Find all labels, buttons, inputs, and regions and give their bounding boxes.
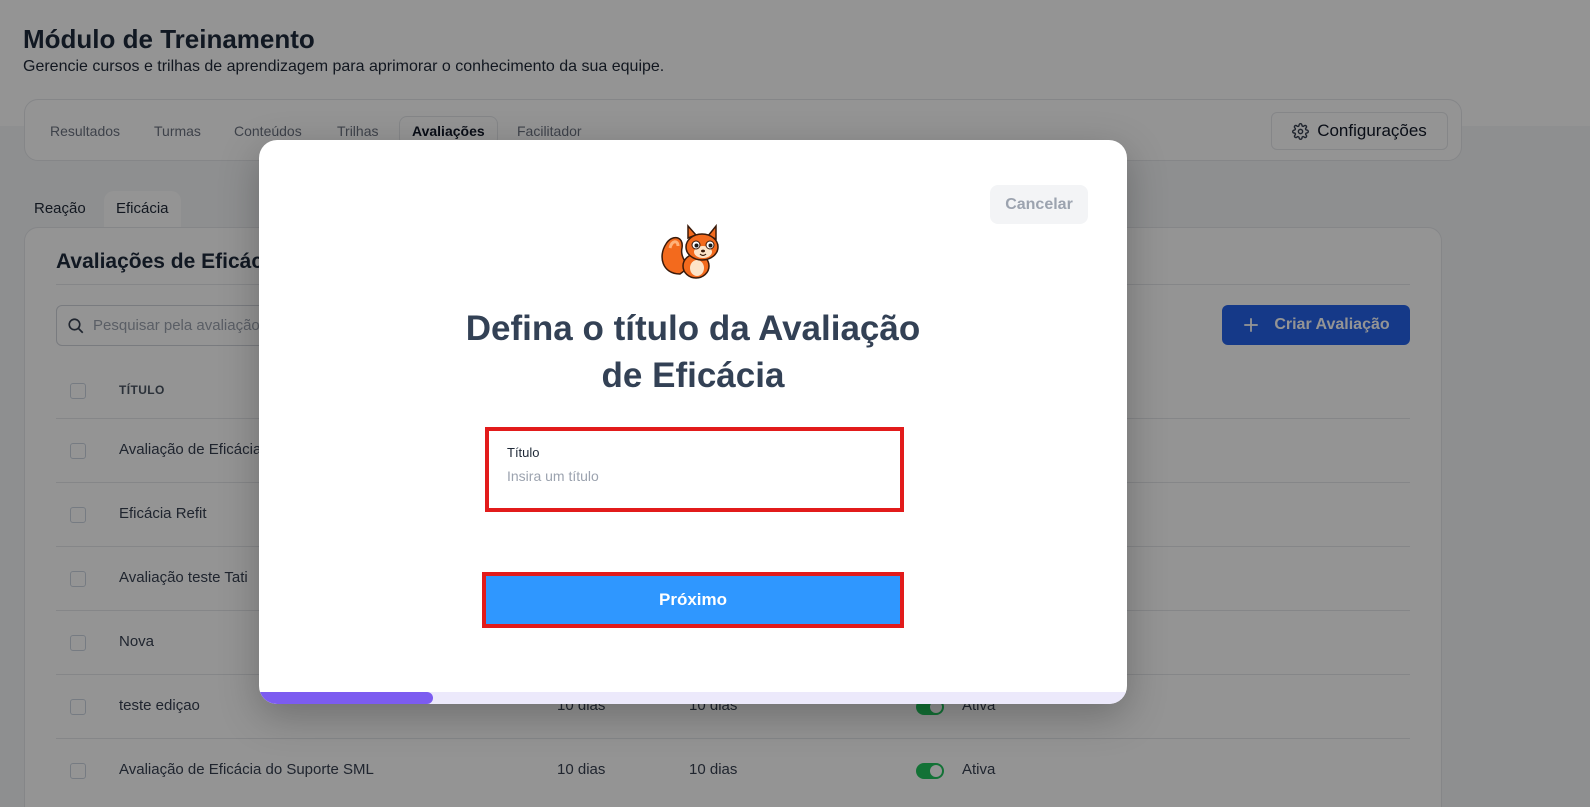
title-field-label: Título <box>507 445 540 460</box>
next-button[interactable]: Próximo <box>482 572 904 628</box>
modal-title-line1: Defina o título da Avaliação <box>465 309 921 348</box>
create-evaluation-modal: Cancelar Defina o título da Avaliação de… <box>259 140 1127 704</box>
squirrel-mascot-icon <box>661 223 719 279</box>
cancel-button[interactable]: Cancelar <box>990 185 1088 224</box>
modal-title-line2: de Eficácia <box>601 356 785 395</box>
progress-fill <box>259 692 433 704</box>
progress-bar <box>259 692 1127 704</box>
title-input[interactable] <box>507 468 882 484</box>
modal-title: Defina o título da Avaliação de Eficácia <box>409 305 977 399</box>
title-field[interactable]: Título <box>485 427 904 512</box>
